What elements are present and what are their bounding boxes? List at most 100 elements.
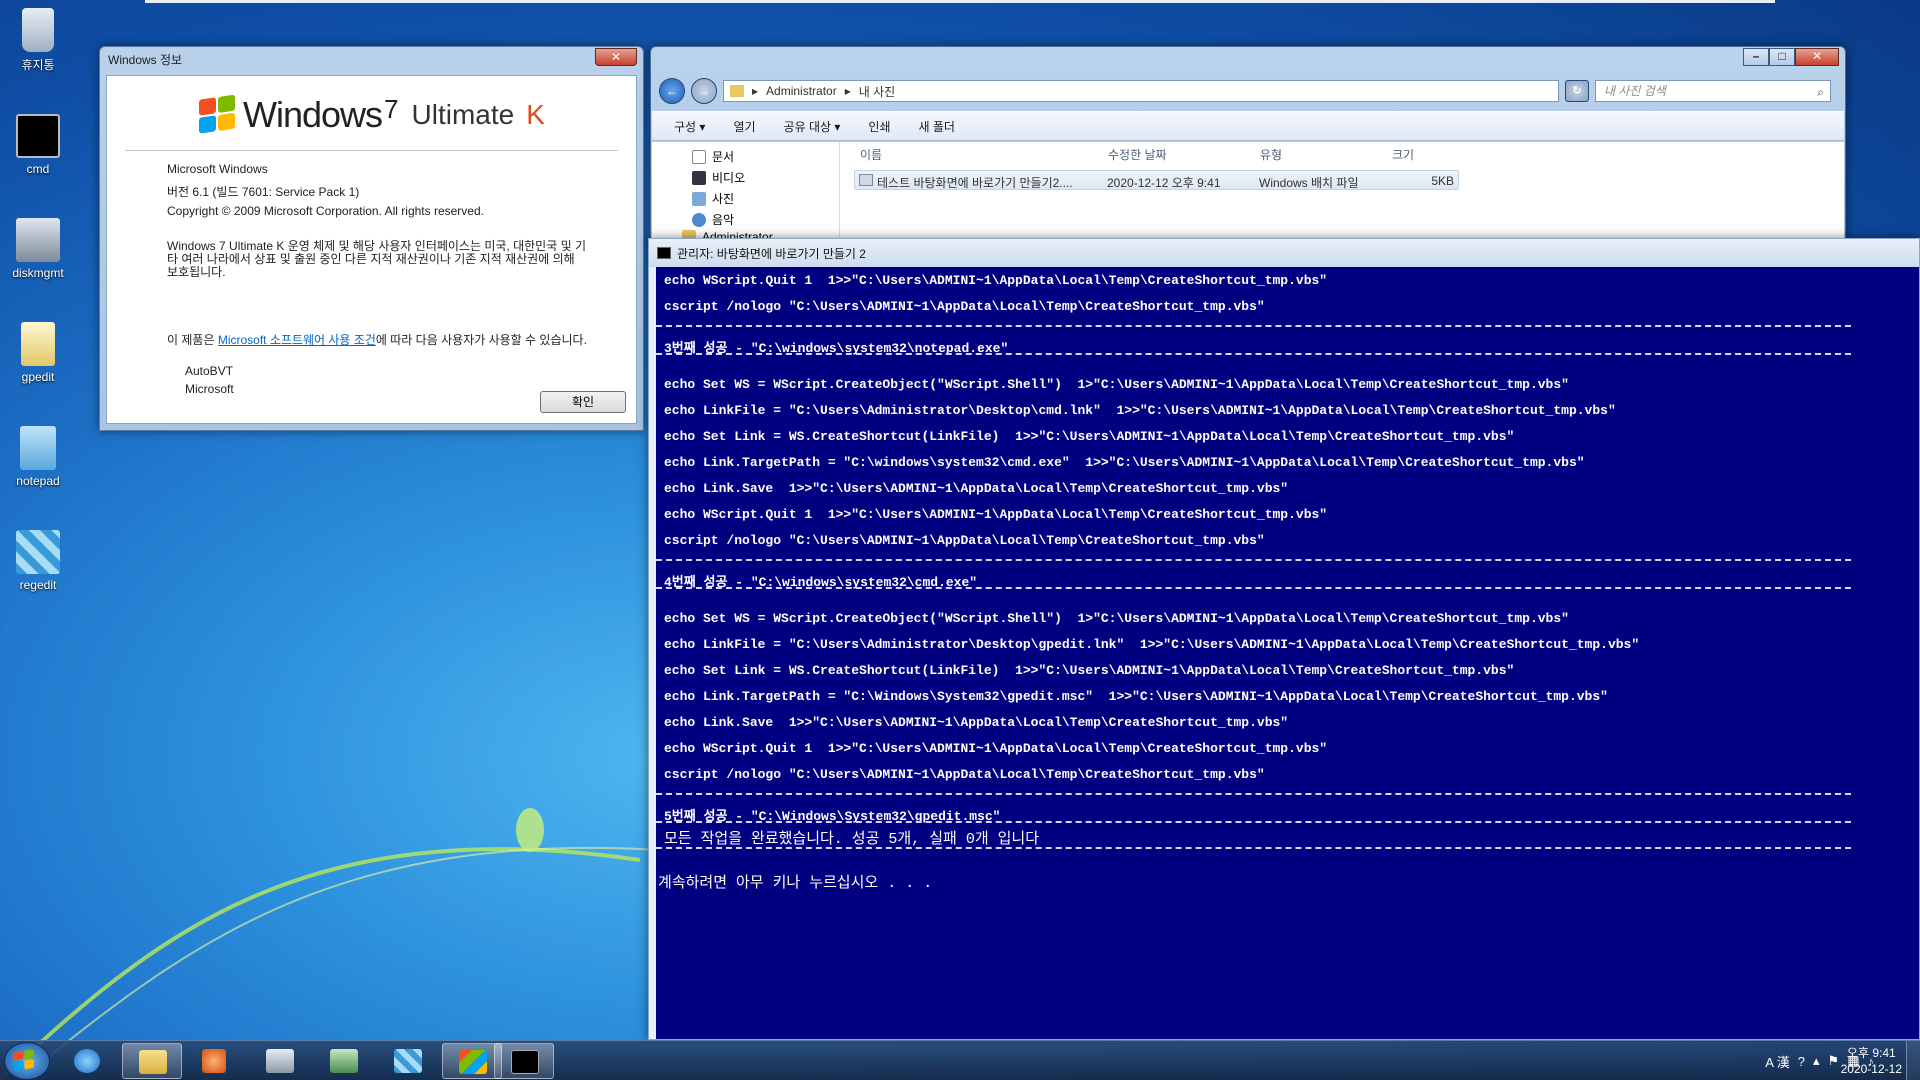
taskbar-internet-explorer[interactable] [58,1043,118,1079]
license-terms-link[interactable]: Microsoft 소프트웨어 사용 조건 [218,333,376,347]
command-bar: 구성 ▾ 열기 공유 대상 ▾ 인쇄 새 폴더 [652,111,1844,141]
logo-k-text: K [526,99,545,130]
desktop-icon-notepad[interactable]: notepad [4,426,72,488]
windows-flag-icon [14,1049,35,1072]
desktop-icon-recycle-bin[interactable]: 휴지통 [4,8,72,73]
nav-item-videos[interactable]: 비디오 [692,169,745,186]
console-line: cscript /nologo "C:\Users\ADMINI~1\AppDa… [664,767,1265,782]
taskbar-cmd[interactable] [494,1043,554,1079]
column-size[interactable]: 크기 [1392,146,1414,163]
license-text: 이 제품은 Microsoft 소프트웨어 사용 조건에 따라 다음 사용자가 … [167,333,587,347]
gpedit-icon [330,1049,358,1073]
taskbar-diskmgmt[interactable] [250,1043,310,1079]
console-line: echo Link.TargetPath = "C:\Windows\Syste… [664,689,1608,704]
nav-item-pictures[interactable]: 사진 [692,190,734,207]
windows-logo: Windows7 Ultimate K [199,92,545,138]
taskbar-explorer[interactable] [122,1043,182,1079]
explorer-window: – □ ✕ ← → ▸ Administrator ▸ 내 사진 ↻ 내 사진 … [650,46,1846,246]
console-line: echo Link.Save 1>>"C:\Users\ADMINI~1\App… [664,481,1289,496]
help-icon[interactable]: ? [1798,1054,1805,1069]
navigation-pane: 문서 비디오 사진 음악 Administrator [652,142,840,245]
file-date: 2020-12-12 오후 9:41 [1107,176,1221,190]
clock[interactable]: 오후 9:41 2020-12-12 [1841,1045,1902,1077]
console-line: echo Link.Save 1>>"C:\Users\ADMINI~1\App… [664,715,1289,730]
new-folder-button[interactable]: 새 폴더 [919,118,955,135]
separator [656,325,1851,327]
window-controls: – □ ✕ [1743,48,1839,66]
music-icon [692,212,706,227]
forward-button[interactable]: → [691,78,717,104]
organize-menu[interactable]: 구성 ▾ [674,118,705,135]
taskbar-media-player[interactable] [186,1043,246,1079]
column-date[interactable]: 수정한 날짜 [1108,146,1167,163]
start-button[interactable] [4,1042,50,1080]
refresh-button[interactable]: ↻ [1565,80,1589,102]
close-button[interactable]: ✕ [595,48,637,66]
share-with-menu[interactable]: 공유 대상 ▾ [784,118,841,135]
separator [656,847,1851,849]
console-line: echo Link.TargetPath = "C:\windows\syste… [664,455,1585,470]
nav-item-music[interactable]: 음악 [692,211,734,228]
breadcrumb-administrator[interactable]: Administrator [766,84,837,98]
desktop-icon-diskmgmt[interactable]: diskmgmt [4,218,72,280]
console-titlebar[interactable]: 관리자: 바탕화면에 바로가기 만들기 2 [649,239,1919,267]
documents-icon [692,149,706,164]
action-center-flag-icon[interactable]: ⚑ [1828,1053,1840,1069]
file-row[interactable]: 테스트 바탕화면에 바로가기 만들기2.... 2020-12-12 오후 9:… [854,170,1459,190]
console-summary-line: 모든 작업을 완료했습니다. 성공 5개, 실패 0개 입니다 [664,831,1040,848]
file-name: 테스트 바탕화면에 바로가기 만들기2.... [877,176,1073,190]
console-line: echo Set WS = WScript.CreateObject("WScr… [664,611,1569,626]
clock-date: 2020-12-12 [1840,1062,1902,1076]
minimize-button[interactable]: – [1743,48,1769,66]
search-input[interactable]: 내 사진 검색 ⌕ [1595,80,1831,102]
recycle-bin-icon [22,8,54,52]
separator [656,559,1851,561]
videos-icon [692,170,706,185]
dialog-title: Windows 정보 [108,53,183,67]
top-edge [145,0,1775,3]
explorer-content: 문서 비디오 사진 음악 Administrator 이름 수정한 날짜 유형 … [652,142,1844,245]
maximize-button[interactable]: □ [1769,48,1795,66]
media-player-icon [202,1049,226,1073]
desktop-icon-cmd[interactable]: cmd [4,114,72,176]
column-type[interactable]: 유형 [1260,146,1282,163]
diskmgmt-icon [266,1049,294,1073]
open-button[interactable]: 열기 [733,118,755,135]
console-window: 관리자: 바탕화면에 바로가기 만들기 2 echo WScript.Quit … [648,238,1920,1040]
column-headers: 이름 수정한 날짜 유형 크기 [850,146,1844,166]
logo-windows-text: Windows7 [243,94,399,135]
taskbar-regedit[interactable] [378,1043,438,1079]
print-button[interactable]: 인쇄 [868,118,890,135]
dialog-titlebar[interactable]: Windows 정보 ✕ [100,47,643,69]
internet-explorer-icon [74,1049,100,1073]
separator [656,821,1851,823]
show-desktop-button[interactable] [1906,1041,1920,1080]
regedit-icon [16,530,60,574]
separator [656,353,1851,355]
cmd-icon [511,1050,539,1074]
taskbar-gpedit[interactable] [314,1043,374,1079]
close-button[interactable]: ✕ [1795,48,1839,66]
console-line: echo WScript.Quit 1 1>>"C:\Users\ADMINI~… [664,741,1328,756]
separator [656,587,1851,589]
desktop-icon-gpedit[interactable]: gpedit [4,322,72,384]
navigation-bar: ← → ▸ Administrator ▸ 내 사진 ↻ 내 사진 검색 ⌕ [659,77,1837,105]
folder-icon [730,85,744,97]
show-hidden-icons-icon[interactable]: ▴ [1813,1053,1820,1069]
console-output[interactable]: echo WScript.Quit 1 1>>"C:\Users\ADMINI~… [656,267,1919,1039]
address-bar[interactable]: ▸ Administrator ▸ 내 사진 [723,80,1559,102]
nav-item-documents[interactable]: 문서 [692,148,734,165]
file-type: Windows 배치 파일 [1259,176,1359,190]
breadcrumb-my-pictures[interactable]: 내 사진 [859,83,895,100]
ime-indicator[interactable]: A 漢 [1765,1052,1790,1071]
ok-button[interactable]: 확인 [540,391,626,413]
chevron-right-icon: ▸ [752,84,759,98]
divider [125,150,618,151]
dialog-body: Windows7 Ultimate K Microsoft Windows 버전… [106,75,637,424]
console-line: echo LinkFile = "C:\Users\Administrator\… [664,403,1616,418]
desktop-icon-regedit[interactable]: regedit [4,530,72,592]
column-name[interactable]: 이름 [860,146,882,163]
back-button[interactable]: ← [659,78,685,104]
taskbar-about-windows[interactable] [442,1043,502,1079]
logo-ultimate-text: Ultimate [411,99,515,130]
